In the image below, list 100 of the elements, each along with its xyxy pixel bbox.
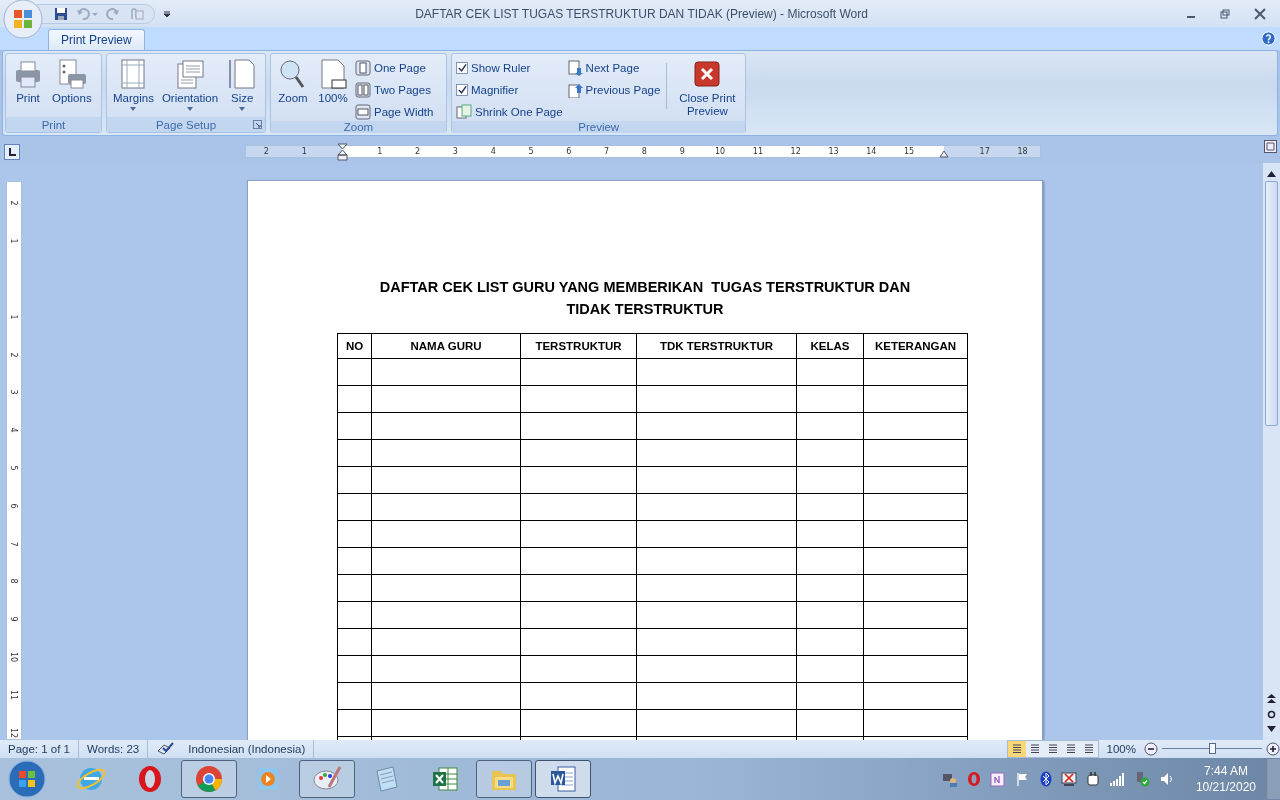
- one-page-icon: [355, 60, 371, 76]
- ruler-number: 11: [752, 146, 763, 157]
- table-cell: [337, 574, 372, 602]
- ribbon-button[interactable]: Print: [10, 57, 46, 106]
- scroll-up-icon[interactable]: [1267, 171, 1276, 177]
- next-page-icon: [566, 60, 583, 76]
- ruler-number: 9: [8, 615, 18, 624]
- proofing-icon[interactable]: [156, 742, 175, 756]
- zoom-slider[interactable]: [1162, 742, 1262, 756]
- next-page-arrow-icon[interactable]: [1267, 726, 1276, 732]
- bluetooth-icon[interactable]: [1039, 771, 1052, 787]
- ruler-number: 15: [904, 146, 914, 157]
- ruler-number: 5: [527, 146, 535, 157]
- table-cell: [796, 520, 864, 548]
- ruler-number: 2: [8, 351, 18, 360]
- browse-object-icon[interactable]: [1267, 710, 1276, 719]
- close-icon[interactable]: [1254, 7, 1266, 20]
- table-header-cell: KELAS: [796, 333, 864, 359]
- table-header-cell: TERSTRUKTUR: [520, 333, 637, 359]
- ruler-number: 2: [8, 199, 18, 208]
- tab-stop-icon[interactable]: [7, 146, 17, 157]
- view-button[interactable]: [1007, 741, 1026, 757]
- ruler-number: 6: [565, 146, 573, 157]
- ribbon-button[interactable]: Margins: [111, 57, 156, 112]
- ribbon-button[interactable]: Shrink One Page: [456, 103, 563, 121]
- window-title: DAFTAR CEK LIST TUGAS TERSTRUKTUR DAN TIDAK (Preview) - Microsoft Word: [414, 6, 869, 21]
- start-button[interactable]: [8, 760, 46, 798]
- signal-bars-icon[interactable]: [1108, 772, 1125, 786]
- clock[interactable]: 7:44 AM 10/21/2020: [1187, 763, 1264, 795]
- page-width-icon: [355, 104, 371, 120]
- zoom-level[interactable]: 100%: [1098, 743, 1144, 755]
- ribbon-button[interactable]: One Page: [355, 59, 434, 77]
- customize-dropdown-icon[interactable]: [163, 9, 171, 18]
- chrome-browser-icon: [193, 763, 225, 795]
- network-error-icon[interactable]: [1060, 771, 1077, 787]
- group-label: Print: [41, 118, 66, 131]
- page-view-icon: [1010, 743, 1023, 755]
- zoom-out-icon[interactable]: [1144, 742, 1158, 756]
- ruler-number: 14: [866, 146, 877, 157]
- network-user-icon[interactable]: [941, 771, 958, 787]
- ribbon-button[interactable]: Close Print Preview: [673, 57, 742, 119]
- ribbon-button[interactable]: Previous Page: [566, 81, 661, 99]
- ribbon-button[interactable]: Next Page: [566, 59, 661, 77]
- ruler-number: 13: [828, 146, 839, 157]
- ruler-number: 5: [8, 464, 18, 473]
- table-cell: [796, 412, 864, 440]
- note-tray-icon[interactable]: [989, 771, 1006, 787]
- zoom-in-icon[interactable]: [1266, 742, 1280, 756]
- restore-icon[interactable]: [1220, 8, 1230, 19]
- table-header-cell: KETERANGAN: [863, 333, 968, 359]
- ribbon-button[interactable]: Page Width: [355, 103, 434, 121]
- table-cell: [337, 493, 372, 521]
- save-icon[interactable]: [54, 6, 68, 21]
- table-cell: [337, 466, 372, 494]
- clock-time: 7:44 AM: [1203, 763, 1248, 779]
- scroll-thumb[interactable]: [1265, 181, 1278, 426]
- ribbon-button[interactable]: Zoom: [275, 57, 311, 106]
- view-ruler-icon[interactable]: [1264, 140, 1277, 153]
- checkbox-label: Show Ruler: [471, 62, 531, 74]
- table-cell: [337, 709, 372, 737]
- ruler-number: 11: [8, 688, 18, 701]
- table-cell: [796, 547, 864, 575]
- ruler-number: 18: [1017, 146, 1028, 157]
- vertical-scrollbar[interactable]: [1263, 163, 1280, 740]
- ruler-number: 10: [8, 651, 18, 663]
- table-cell: [796, 358, 864, 386]
- ruler-number: 8: [8, 577, 18, 586]
- ribbon-button[interactable]: Two Pages: [355, 81, 434, 99]
- ruler-number: 9: [678, 146, 686, 157]
- table-cell: [796, 493, 864, 521]
- previous-page-arrow-icon[interactable]: [1267, 694, 1276, 703]
- table-cell: [337, 358, 372, 386]
- ruler-number: 2: [262, 146, 270, 157]
- table-cell: [796, 628, 864, 656]
- volume-icon[interactable]: [1158, 771, 1175, 787]
- page-view-icon: [1064, 743, 1077, 755]
- checkbox[interactable]: [456, 84, 468, 96]
- ribbon-tab[interactable]: Print Preview: [48, 29, 145, 50]
- taskbar-app[interactable]: [535, 760, 591, 798]
- indent-marker-icon[interactable]: [939, 150, 949, 158]
- taskbar-app[interactable]: [181, 760, 237, 798]
- ribbon-button[interactable]: Options: [50, 57, 94, 106]
- table-header-cell: NAMA GURU: [371, 333, 521, 359]
- previous-page-icon: [566, 82, 583, 98]
- ribbon-button[interactable]: 100%: [315, 57, 351, 106]
- table-cell: [796, 709, 864, 737]
- ruler-number: 3: [451, 146, 459, 157]
- help-icon[interactable]: [1261, 31, 1276, 46]
- ribbon-button[interactable]: Size: [224, 57, 261, 112]
- taskbar-app[interactable]: [476, 760, 532, 798]
- checkbox[interactable]: [456, 62, 468, 74]
- ribbon-button[interactable]: Orientation: [159, 57, 221, 112]
- taskbar-app[interactable]: [299, 760, 355, 798]
- page-view-icon: [1028, 743, 1041, 755]
- power-plug-icon[interactable]: [1085, 771, 1100, 787]
- clock-date: 10/21/2020: [1195, 779, 1256, 795]
- indent-marker-icon[interactable]: [337, 143, 348, 161]
- shrink-page-icon: [456, 104, 472, 120]
- document-title: TIDAK TERSTRUKTUR: [566, 301, 724, 317]
- dialog-launcher-icon[interactable]: [253, 120, 262, 129]
